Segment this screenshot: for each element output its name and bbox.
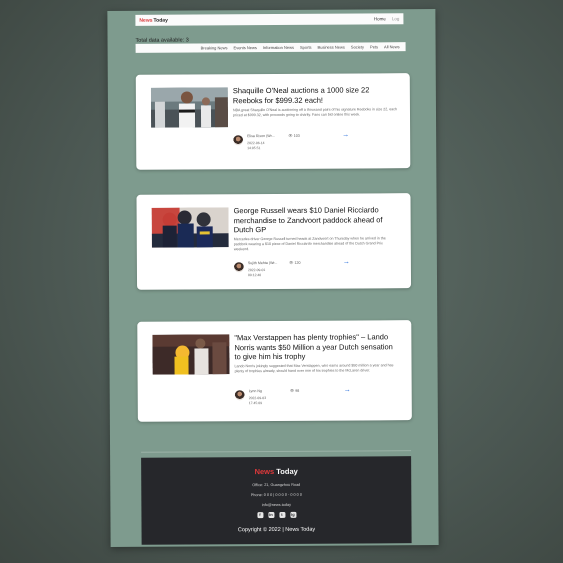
news-card[interactable]: "Max Verstappen has plenty trophies" – L…	[137, 320, 412, 422]
footer-email[interactable]: info@news.today	[141, 502, 411, 508]
category-all-news[interactable]: All News	[384, 44, 400, 49]
category-information-news[interactable]: Information News	[263, 45, 294, 50]
author-avatar	[233, 262, 244, 273]
news-description: NBA great Shaquille O'Neal is auctioning…	[232, 107, 398, 118]
publish-date: 2022-09-01 09:12:40	[248, 268, 278, 278]
news-image[interactable]	[151, 207, 229, 248]
footer-brand-part-2: Today	[276, 466, 298, 476]
read-more-arrow-icon[interactable]: →	[344, 387, 351, 394]
author-avatar	[233, 135, 244, 146]
twitter-icon[interactable]: t	[278, 511, 285, 518]
publish-date-time: 17:45:09	[248, 401, 262, 406]
category-society[interactable]: Society	[351, 44, 364, 49]
publish-date-time: 09:12:40	[247, 273, 262, 278]
category-sports[interactable]: Sports	[300, 45, 312, 50]
views-count: 👁 98	[289, 388, 300, 393]
news-image[interactable]	[152, 334, 230, 375]
views-value: 103	[293, 133, 300, 138]
views-value: 120	[294, 260, 301, 265]
category-business-news[interactable]: Business News	[318, 45, 345, 50]
social-links: f in t ig	[141, 511, 411, 519]
facebook-icon[interactable]: f	[256, 512, 263, 519]
publish-date: 2022-06-14 14:05:51	[247, 141, 277, 151]
news-image[interactable]	[150, 87, 229, 128]
footer-phone: Phone: 0 0 0 | 0 0 0 0 - 0 0 0 0	[250, 492, 302, 498]
news-title[interactable]: "Max Verstappen has plenty trophies" – L…	[234, 332, 399, 362]
news-meta: Elisa Rixon (Wr... 👁 103 2022-06-14 14:0…	[233, 132, 403, 159]
category-events-news[interactable]: Events News	[233, 45, 256, 50]
views-count: 👁 103	[288, 133, 300, 138]
publish-date: 2022-09-03 17:45:09	[249, 396, 279, 406]
brand-part-1: News	[139, 17, 153, 24]
news-title[interactable]: George Russell wears $10 Daniel Ricciard…	[234, 205, 399, 235]
category-pets[interactable]: Pets	[370, 44, 378, 49]
category-bar: Breaking News Events News Information Ne…	[135, 42, 406, 53]
author-name: Lynn Ng	[248, 389, 262, 394]
instagram-icon[interactable]: ig	[289, 511, 296, 518]
copyright-text: Copyright © 2022 | News Today	[237, 526, 316, 534]
news-title[interactable]: Shaquille O'Neal auctions a 1000 size 22…	[233, 85, 398, 105]
linkedin-icon[interactable]: in	[267, 511, 274, 519]
footer: News Today Office: 21, Guangzhou Road Ph…	[141, 456, 412, 545]
author-name: Sujith Mehta (Wr...	[247, 260, 278, 266]
news-meta: Lynn Ng 👁 98 2022-09-03 17:45:09 →	[234, 387, 405, 414]
category-breaking-news[interactable]: Breaking News	[201, 45, 228, 50]
author-name: Elisa Rixon (Wr...	[247, 133, 275, 139]
top-navbar: NewsToday Home Log	[135, 13, 404, 26]
news-meta: Sujith Mehta (Wr... 👁 120 2022-09-01 09:…	[233, 259, 404, 286]
footer-brand[interactable]: News Today	[141, 466, 411, 477]
read-more-arrow-icon[interactable]: →	[343, 259, 350, 266]
author-avatar	[234, 390, 245, 401]
footer-address: Office: 21, Guangzhou Road	[252, 482, 301, 488]
footer-divider	[141, 450, 412, 453]
publish-date-time: 14:05:51	[247, 146, 261, 151]
news-description: Mercedes driver George Russell turned he…	[233, 236, 386, 252]
views-count: 👁 120	[288, 260, 301, 265]
views-value: 98	[295, 388, 300, 393]
news-description: Lando Norris jokingly suggested that Max…	[234, 363, 394, 374]
brand-logo[interactable]: NewsToday	[139, 17, 167, 23]
brand-part-2: Today	[153, 17, 168, 24]
nav-link-home[interactable]: Home	[374, 16, 386, 21]
page-frame: NewsToday Home Log Total data available:…	[107, 9, 439, 547]
footer-brand-part-1: News	[254, 466, 275, 477]
news-card[interactable]: Shaquille O'Neal auctions a 1000 size 22…	[135, 73, 411, 170]
read-more-arrow-icon[interactable]: →	[342, 132, 349, 139]
news-card[interactable]: George Russell wears $10 Daniel Ricciard…	[136, 193, 412, 290]
nav-link-login[interactable]: Log	[392, 16, 400, 21]
